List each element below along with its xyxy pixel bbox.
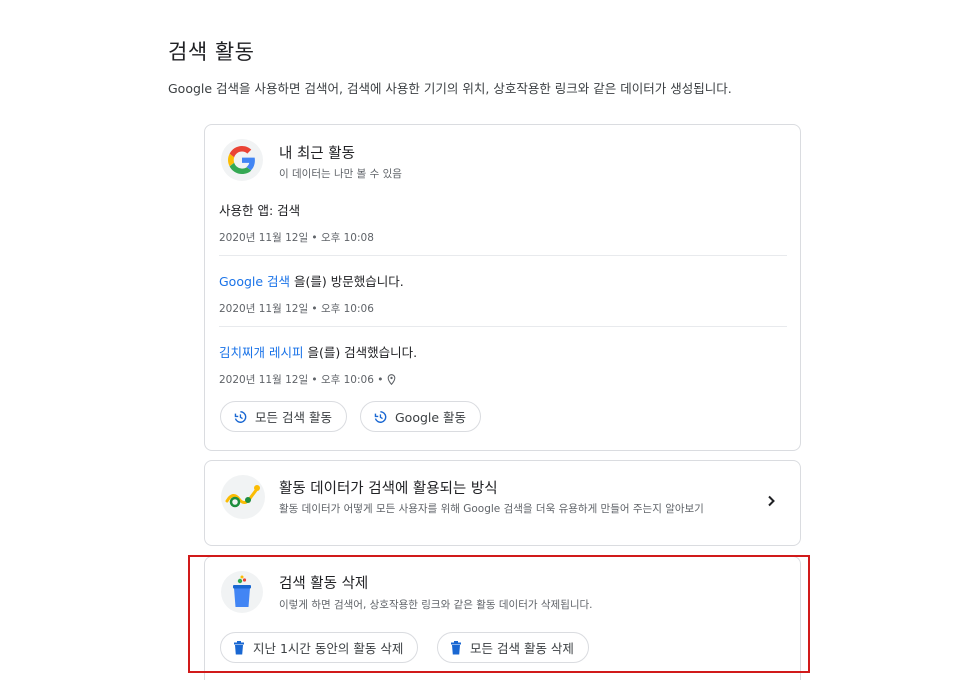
recent-activity-title: 내 최근 활동 — [279, 146, 355, 162]
trash-icon — [450, 640, 462, 655]
all-search-activity-button[interactable]: 모든 검색 활동 — [220, 401, 347, 432]
delete-all-search-label: 모든 검색 활동 삭제 — [470, 641, 574, 656]
delete-activity-title: 검색 활동 삭제 — [279, 576, 369, 592]
activity-insight-icon — [221, 475, 265, 519]
chevron-right-icon[interactable] — [764, 493, 778, 507]
google-activity-label: Google 활동 — [395, 410, 467, 425]
activity-entry-title: 사용한 앱: 검색 — [219, 200, 787, 219]
all-search-activity-label: 모든 검색 활동 — [255, 410, 332, 425]
activity-usage-description: 활동 데이터가 어떻게 모든 사용자를 위해 Google 검색을 더욱 유용하… — [279, 503, 704, 515]
delete-last-hour-button[interactable]: 지난 1시간 동안의 활동 삭제 — [220, 632, 419, 663]
activity-entry-title: Google 검색 을(를) 방문했습니다. — [219, 271, 787, 290]
recent-activity-card: 내 최근 활동 이 데이터는 나만 볼 수 있음 사용한 앱: 검색 2020년… — [204, 124, 801, 451]
google-logo-icon — [221, 139, 263, 181]
google-activity-button[interactable]: Google 활동 — [360, 401, 482, 432]
activity-entry-text: 을(를) 방문했습니다. — [290, 274, 404, 289]
activity-entry-time: 2020년 11월 12일 • 오후 10:06 • — [219, 374, 384, 386]
activity-usage-card[interactable]: 활동 데이터가 검색에 활용되는 방식 활동 데이터가 어떻게 모든 사용자를 … — [204, 460, 801, 546]
delete-all-search-button[interactable]: 모든 검색 활동 삭제 — [437, 632, 589, 663]
divider — [219, 326, 787, 327]
activity-entry: 김치찌개 레시피 을(를) 검색했습니다. 2020년 11월 12일 • 오후… — [219, 342, 787, 387]
page-title: 검색 활동 — [168, 40, 255, 64]
delete-last-hour-label: 지난 1시간 동안의 활동 삭제 — [253, 641, 404, 656]
history-icon — [373, 410, 387, 424]
activity-usage-title: 활동 데이터가 검색에 활용되는 방식 — [279, 481, 498, 497]
delete-activity-description: 이렇게 하면 검색어, 상호작용한 링크와 같은 활동 데이터가 삭제됩니다. — [279, 599, 593, 611]
history-icon — [233, 410, 247, 424]
delete-activity-card: 검색 활동 삭제 이렇게 하면 검색어, 상호작용한 링크와 같은 활동 데이터… — [204, 556, 801, 680]
activity-entry-link[interactable]: Google 검색 — [219, 274, 290, 289]
activity-entry-text: 을(를) 검색했습니다. — [303, 345, 418, 360]
activity-entry: 사용한 앱: 검색 2020년 11월 12일 • 오후 10:08 — [219, 200, 787, 245]
divider — [219, 255, 787, 256]
activity-entry-meta: 2020년 11월 12일 • 오후 10:06 — [219, 301, 787, 316]
activity-entry-title: 김치찌개 레시피 을(를) 검색했습니다. — [219, 342, 787, 361]
trash-icon — [233, 640, 245, 655]
trash-icon — [221, 571, 263, 613]
activity-entry-meta: 2020년 11월 12일 • 오후 10:08 — [219, 230, 787, 245]
page-description: Google 검색을 사용하면 검색어, 검색에 사용한 기기의 위치, 상호작… — [168, 81, 732, 96]
activity-entry-time: 2020년 11월 12일 • 오후 10:08 — [219, 232, 374, 244]
activity-entry-meta: 2020년 11월 12일 • 오후 10:06 • — [219, 372, 787, 387]
activity-entry: Google 검색 을(를) 방문했습니다. 2020년 11월 12일 • 오… — [219, 271, 787, 316]
activity-entry-link[interactable]: 김치찌개 레시피 — [219, 345, 303, 360]
activity-entry-time: 2020년 11월 12일 • 오후 10:06 — [219, 303, 374, 315]
activity-entry-text: 사용한 앱: 검색 — [219, 203, 301, 218]
recent-activity-subtitle: 이 데이터는 나만 볼 수 있음 — [279, 168, 402, 180]
location-pin-icon[interactable] — [387, 374, 396, 385]
